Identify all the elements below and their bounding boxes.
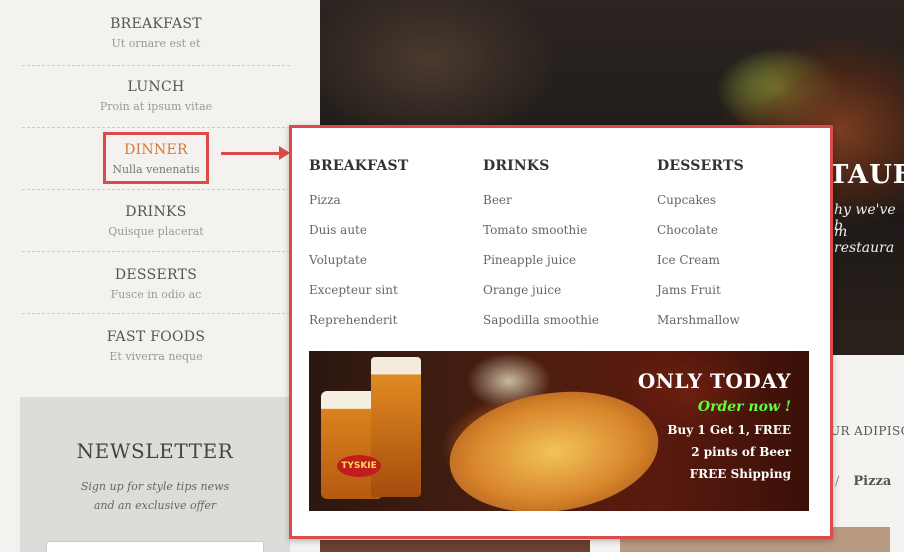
promo-line: FREE Shipping	[689, 467, 791, 481]
promo-line: 2 pints of Beer	[691, 445, 791, 459]
breadcrumb-current[interactable]: Pizza	[853, 474, 891, 489]
sidebar-item-title: FAST FOODS	[106, 329, 206, 345]
hero-title: TAUE	[829, 160, 904, 190]
promo-line: Buy 1 Get 1, FREE	[667, 423, 791, 437]
menu-link[interactable]: Sapodilla smoothie	[483, 305, 653, 335]
mega-menu-dropdown: BREAKFAST Pizza Duis aute Voluptate Exce…	[289, 125, 833, 539]
sidebar-item-title: DESSERTS	[114, 267, 198, 283]
menu-link[interactable]: Pizza	[309, 185, 479, 215]
section-heading: UR ADIPISCIN	[830, 424, 904, 438]
menu-link[interactable]: Duis aute	[309, 215, 479, 245]
newsletter-line: and an exclusive offer	[93, 499, 217, 512]
sidebar-item-subtitle: Quisque placerat	[108, 225, 204, 238]
menu-link[interactable]: Reprehenderit	[309, 305, 479, 335]
menu-link[interactable]: Pineapple juice	[483, 245, 653, 275]
beer-glass-image	[371, 357, 421, 497]
hero-subtitle: m restaura	[834, 224, 895, 256]
menu-column-drinks: DRINKS Beer Tomato smoothie Pineapple ju…	[483, 158, 653, 335]
sidebar-item-subtitle: Fusce in odio ac	[110, 288, 202, 301]
beer-brand-label: TYSKIE	[337, 455, 381, 477]
sidebar-item-lunch[interactable]: LUNCH Proin at ipsum vitae	[22, 66, 290, 128]
breadcrumb-separator: /	[835, 474, 840, 489]
menu-column-title: DRINKS	[483, 158, 550, 174]
sidebar-item-title: DRINKS	[125, 204, 187, 220]
newsletter-line: Sign up for style tips news	[80, 480, 230, 493]
sidebar-item-drinks[interactable]: DRINKS Quisque placerat	[22, 190, 290, 252]
promo-order-now[interactable]: Order now !	[638, 399, 791, 415]
sidebar-menu: BREAKFAST Ut ornare est et LUNCH Proin a…	[0, 0, 320, 552]
promo-banner[interactable]: TYSKIE ONLY TODAY Order now ! Buy 1 Get …	[309, 351, 809, 511]
menu-column-desserts: DESSERTS Cupcakes Chocolate Ice Cream Ja…	[657, 158, 827, 335]
annotation-arrow	[221, 152, 283, 155]
menu-link[interactable]: Marshmallow	[657, 305, 827, 335]
menu-link[interactable]: Voluptate	[309, 245, 479, 275]
thumbnail-image[interactable]	[320, 540, 590, 552]
sidebar-item-title: LUNCH	[127, 79, 185, 95]
newsletter-box: NEWSLETTER Sign up for style tips news a…	[20, 397, 290, 552]
sidebar-item-title: BREAKFAST	[110, 16, 202, 32]
promo-headline: ONLY TODAY	[637, 369, 791, 393]
menu-link[interactable]: Jams Fruit	[657, 275, 827, 305]
sidebar-item-subtitle: Proin at ipsum vitae	[99, 100, 213, 113]
promo-text: ONLY TODAY Order now ! Buy 1 Get 1, FREE…	[638, 369, 791, 481]
breadcrumb: / Pizza	[835, 474, 891, 489]
newsletter-title: NEWSLETTER	[76, 439, 234, 463]
newsletter-text: Sign up for style tips news and an exclu…	[20, 477, 290, 515]
menu-column-breakfast: BREAKFAST Pizza Duis aute Voluptate Exce…	[309, 158, 479, 335]
menu-link[interactable]: Excepteur sint	[309, 275, 479, 305]
menu-link[interactable]: Chocolate	[657, 215, 827, 245]
sidebar-item-breakfast[interactable]: BREAKFAST Ut ornare est et	[22, 4, 290, 66]
menu-column-title: DESSERTS	[657, 158, 744, 174]
highlight-box	[103, 132, 209, 184]
menu-link[interactable]: Tomato smoothie	[483, 215, 653, 245]
newsletter-email-input[interactable]	[46, 541, 264, 552]
pizza-image	[441, 378, 667, 511]
sidebar-item-desserts[interactable]: DESSERTS Fusce in odio ac	[22, 252, 290, 314]
menu-link[interactable]: Beer	[483, 185, 653, 215]
sidebar-item-subtitle: Ut ornare est et	[111, 37, 201, 50]
sidebar-item-fast-foods[interactable]: FAST FOODS Et viverra neque	[22, 314, 290, 376]
sidebar-item-subtitle: Et viverra neque	[109, 350, 203, 363]
sidebar-item-dinner[interactable]: DINNER Nulla venenatis	[22, 128, 290, 190]
menu-column-title: BREAKFAST	[309, 158, 409, 174]
menu-link[interactable]: Ice Cream	[657, 245, 827, 275]
menu-link[interactable]: Cupcakes	[657, 185, 827, 215]
menu-link[interactable]: Orange juice	[483, 275, 653, 305]
